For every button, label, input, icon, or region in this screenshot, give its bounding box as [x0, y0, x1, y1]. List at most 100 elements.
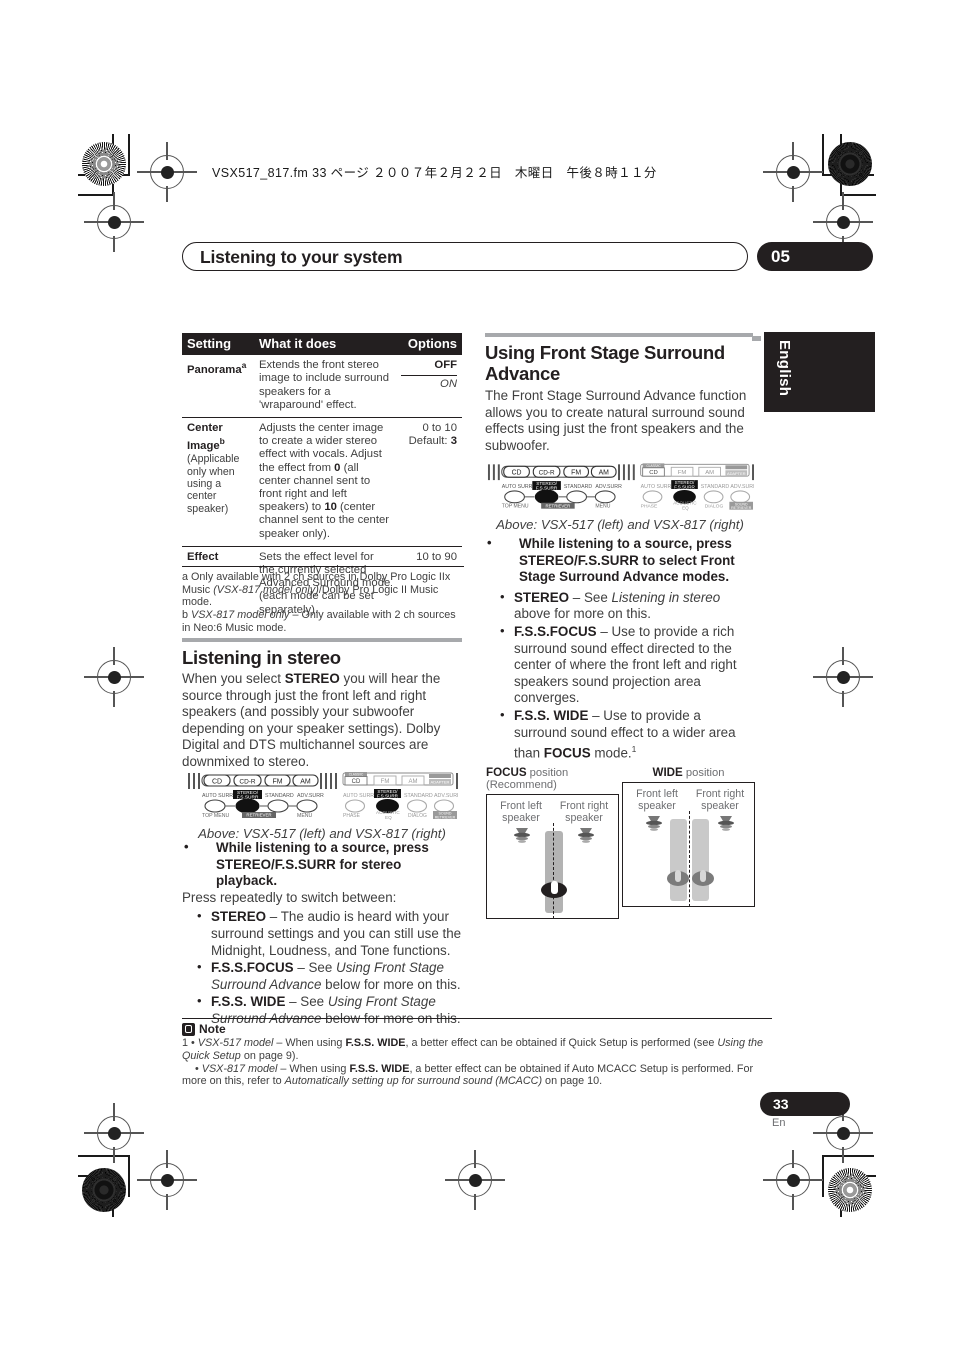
table-footnotes: a Only available with 2 ch sources in Do… [182, 566, 464, 635]
svg-text:AUTO SURR: AUTO SURR [202, 793, 233, 799]
svg-text:STANDARD: STANDARD [701, 484, 730, 490]
svg-text:FM: FM [272, 779, 282, 786]
note-block: Note 1 • VSX-517 model – When using F.S.… [182, 1018, 772, 1088]
chapter-number-badge: 05 [757, 242, 873, 271]
wide-diagram-box: Front left speaker Front right speaker [622, 782, 755, 907]
listener-position-wide-right [692, 870, 714, 886]
svg-text:AM: AM [705, 470, 714, 476]
svg-text:DIALOG: DIALOG [705, 504, 724, 510]
speaker-icon-left [514, 828, 530, 843]
registration-starburst-bottom-left [82, 1168, 126, 1212]
table-row-panorama: Panoramaa Extends the front stereo image… [182, 355, 462, 417]
sound-beam-wide-left [670, 819, 687, 901]
svg-text:AUTO SURR: AUTO SURR [502, 484, 533, 490]
registration-target-left-lower [84, 1103, 144, 1163]
option-on: ON [440, 378, 457, 391]
svg-text:ADV.SURR: ADV.SURR [297, 793, 324, 799]
stereo-button-name: STEREO [284, 671, 340, 686]
list-item-stereo: STEREO – See Listening in stereo above f… [499, 589, 753, 623]
crop-mark-top-right-h2 [840, 194, 876, 196]
option-default-value: 3 [450, 435, 457, 448]
focus-diagram-box: Front left speaker Front right speaker [486, 794, 619, 919]
front-stage-mode-list: STEREO – See Listening in stereo above f… [485, 589, 753, 762]
svg-text:CD-R: CD-R [239, 779, 256, 786]
page-number-label: 33 [773, 1096, 789, 1112]
option-off: OFF [434, 359, 457, 372]
heading-listening-in-stereo: Listening in stereo [182, 647, 341, 668]
what-text-pre: Adjusts the center image to create a wid… [259, 422, 384, 474]
crop-mark-bottom-right-v [822, 1155, 824, 1197]
crop-mark-top-left-v [128, 134, 130, 176]
remote-control-illustration: CD CD-R FM AM AUTO SURR STEREO/ F.S.SURR… [487, 463, 757, 511]
svg-text:AM: AM [300, 779, 311, 786]
note-title: Note [199, 1022, 226, 1037]
language-tab-rule [752, 336, 761, 341]
svg-text:AM: AM [409, 779, 418, 785]
section-rule [485, 333, 753, 337]
footnote-marker-1: 1 [631, 744, 637, 755]
svg-text:EQ: EQ [682, 506, 689, 511]
center-axis-line-wide [689, 811, 690, 907]
registration-starburst-top-right [828, 142, 872, 186]
language-tab-edge [873, 332, 875, 412]
svg-text:RETRIEVER: RETRIEVER [546, 503, 571, 508]
remote-figure-caption: Above: VSX-517 (left) and VSX-817 (right… [496, 517, 744, 532]
note-content: 1 • VSX-517 model – When using F.S.S. WI… [182, 1037, 772, 1087]
svg-text:DIALOG: DIALOG [408, 813, 427, 819]
note-rule [182, 1018, 772, 1020]
language-tab: English [764, 332, 873, 412]
svg-text:TOP MENU: TOP MENU [502, 504, 529, 510]
svg-text:ADV.SURR: ADV.SURR [434, 793, 458, 799]
wide-front-left-label: Front left speaker [636, 788, 678, 812]
table-cell-options-panorama: OFF ON [396, 355, 462, 417]
list-item-fss-wide: F.S.S. WIDE – Use to provide a surround … [499, 707, 753, 762]
stereo-mode-list: STEREO – The audio is heard with your su… [182, 908, 462, 1027]
list-item-fss-focus: F.S.S.FOCUS – Use to provide a rich surr… [499, 623, 753, 707]
remote-figure-front-stage: CD CD-R FM AM AUTO SURR STEREO/ F.S.SURR… [486, 463, 757, 532]
svg-text:CD: CD [649, 470, 658, 476]
remote-figure-stereo: CD CD-R FM AM AUTO SURR STEREO/ F.S.SURR… [186, 772, 461, 841]
remote-control-illustration: CD CD-R FM AM AUTO SURR STEREO/ F.S.SURR… [188, 772, 461, 820]
section-listening-in-stereo: Listening in stereo When you select STER… [182, 638, 462, 771]
svg-text:PHASE: PHASE [343, 813, 361, 819]
instruction-press-stereo: While listening to a source, press STERE… [182, 839, 462, 890]
table-col-options: Options [396, 333, 462, 356]
svg-text:RETRIEVER: RETRIEVER [731, 506, 752, 510]
registration-target-right-mid [813, 647, 873, 707]
paragraph-listening-in-stereo: When you select STEREO you will hear the… [182, 671, 441, 769]
footnote-marker-b: b [219, 436, 225, 447]
note-item-1: 1 • VSX-517 model – When using F.S.S. WI… [182, 1037, 763, 1062]
focus-figure-title: FOCUS position (Recommend) [486, 766, 569, 791]
instruction-list: While listening to a source, press STERE… [485, 535, 753, 586]
table-col-what: What it does [254, 333, 396, 356]
table-cell-what-center-image: Adjusts the center image to create a wid… [254, 417, 396, 547]
speaker-icon-right [718, 816, 734, 831]
what-value-max: 10 [324, 501, 337, 514]
svg-text:STANDARD: STANDARD [404, 793, 433, 799]
svg-text:ADV.SURR: ADV.SURR [730, 484, 754, 490]
registration-target-top-right [763, 142, 823, 202]
list-item-fss-focus: F.S.S.FOCUS – See Using Front Stage Surr… [196, 959, 462, 993]
table-row-center-image: Center Imageb (Applicable only when usin… [182, 417, 462, 547]
speaker-position-figure-focus: FOCUS position (Recommend) Front left sp… [486, 766, 619, 919]
registration-target-left-upper [84, 192, 144, 252]
svg-text:TOP MENU: TOP MENU [202, 813, 229, 819]
svg-text:RETRIEVER: RETRIEVER [435, 815, 456, 819]
listener-position-wide-left [667, 870, 689, 886]
note-icon [182, 1022, 195, 1036]
svg-text:F.S.SURR: F.S.SURR [674, 484, 695, 489]
section-front-stage-surround-advance: Using Front Stage Surround Advance The F… [485, 333, 753, 454]
registration-starburst-top-left [82, 142, 126, 186]
section-rule [182, 638, 462, 642]
svg-text:STANDARD: STANDARD [564, 484, 593, 490]
crop-mark-top-right-v [822, 134, 824, 176]
svg-text:AUTO SURR: AUTO SURR [343, 793, 374, 799]
svg-text:CLASS/IC: CLASS/IC [646, 464, 661, 468]
footnote-a: a Only available with 2 ch sources in Do… [182, 571, 451, 609]
registration-target-top-left [137, 142, 197, 202]
registration-target-bottom-left [137, 1150, 197, 1210]
option-range: 0 to 10 [422, 422, 457, 435]
setting-applicability-note: (Applicable only when using a center spe… [187, 453, 240, 515]
crop-mark-bottom-right-h [822, 1155, 874, 1157]
registration-starburst-bottom-right [828, 1168, 872, 1212]
